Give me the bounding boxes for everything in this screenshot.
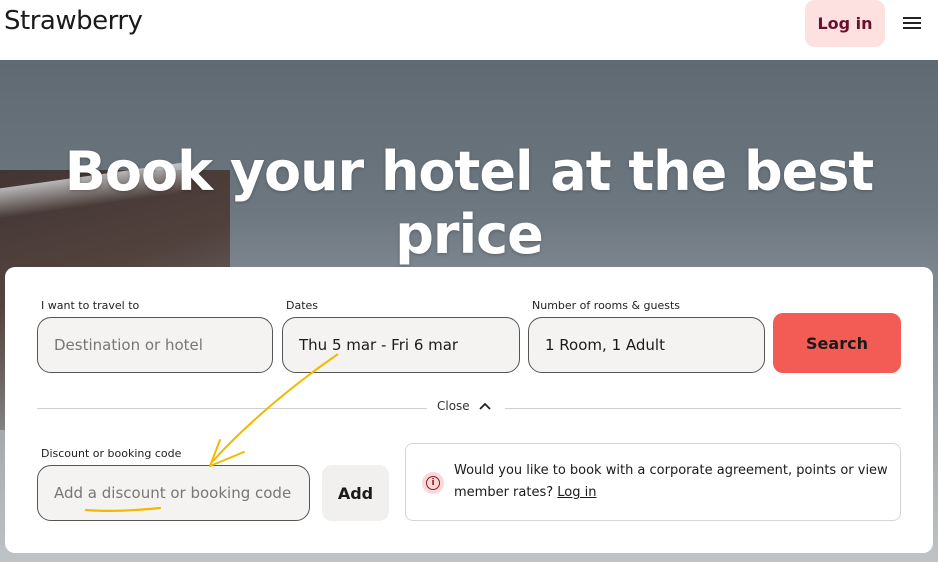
logo[interactable]: Strawberry xyxy=(4,6,143,36)
discount-input[interactable]: Add a discount or booking code xyxy=(37,465,310,521)
dates-label: Dates xyxy=(286,299,319,312)
login-button[interactable]: Log in xyxy=(805,0,885,47)
search-button[interactable]: Search xyxy=(773,313,901,373)
add-discount-button[interactable]: Add xyxy=(322,465,389,521)
discount-label: Discount or booking code xyxy=(41,447,182,460)
hero-title: Book your hotel at the best price xyxy=(64,140,875,266)
close-toggle[interactable]: Close xyxy=(437,399,492,413)
info-text: Would you like to book with a corporate … xyxy=(454,460,894,504)
chevron-up-icon xyxy=(479,402,491,410)
member-rates-info: i Would you like to book with a corporat… xyxy=(405,443,901,521)
guests-input[interactable]: 1 Room, 1 Adult xyxy=(528,317,765,373)
close-label: Close xyxy=(437,399,470,413)
divider-left xyxy=(37,408,427,409)
header: Strawberry Log in xyxy=(0,0,938,60)
destination-label: I want to travel to xyxy=(41,299,140,312)
divider-right xyxy=(505,408,901,409)
info-message: Would you like to book with a corporate … xyxy=(454,463,888,500)
destination-input[interactable]: Destination or hotel xyxy=(37,317,273,373)
info-login-link[interactable]: Log in xyxy=(557,485,596,500)
info-icon: i xyxy=(422,472,444,494)
hamburger-menu-icon[interactable] xyxy=(903,17,921,31)
guests-label: Number of rooms & guests xyxy=(532,299,681,312)
dates-input[interactable]: Thu 5 mar - Fri 6 mar xyxy=(282,317,520,373)
search-card: I want to travel to Destination or hotel… xyxy=(5,267,933,553)
